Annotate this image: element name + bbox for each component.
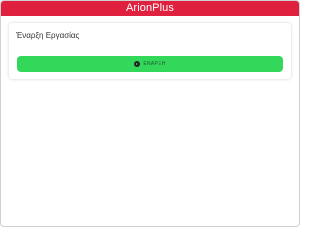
app-window: ArionPlus Έναρξη Εργασίας ΕΝΑΡΞΗ [0, 0, 300, 227]
app-title-bar: ArionPlus [1, 1, 299, 16]
card-title: Έναρξη Εργασίας [16, 31, 80, 40]
work-start-card: Έναρξη Εργασίας ΕΝΑΡΞΗ [9, 23, 291, 79]
app-title: ArionPlus [126, 2, 174, 14]
play-circle-icon [134, 61, 141, 67]
start-button[interactable]: ΕΝΑΡΞΗ [17, 56, 283, 72]
start-button-label: ΕΝΑΡΞΗ [143, 61, 166, 67]
